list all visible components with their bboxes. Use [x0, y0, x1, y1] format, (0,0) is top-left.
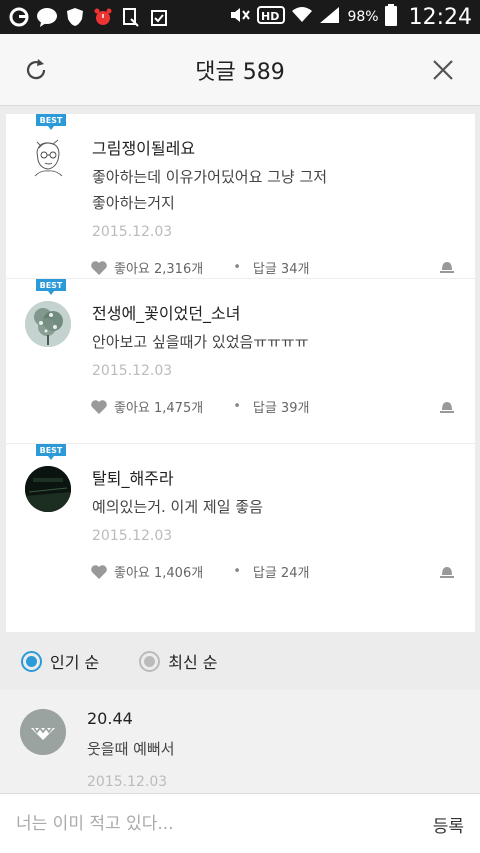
heart-icon [91, 399, 107, 414]
comment-date: 2015.12.03 [87, 774, 168, 790]
refresh-icon [26, 59, 46, 80]
best-badge: BEST [36, 114, 66, 130]
wifi-icon [291, 6, 313, 28]
comment-input-bar: 등록 [0, 793, 480, 853]
list-item: 20.44 웃을때 예뻐서 2015.12.03 [0, 690, 480, 793]
sort-latest-option[interactable]: 최신 순 [139, 649, 218, 673]
report-icon[interactable] [439, 564, 455, 578]
close-button[interactable] [430, 57, 456, 83]
separator-dot: • [233, 399, 241, 414]
clock: 12:24 [408, 4, 472, 30]
dark-avatar-image [25, 466, 71, 512]
reply-count[interactable]: 답글 24개 [253, 562, 310, 581]
hd-icon: HD [257, 5, 286, 29]
g-icon [8, 6, 30, 28]
comment-list: 20.44 웃을때 예뻐서 2015.12.03 [0, 690, 480, 793]
like-count[interactable]: 좋아요 2,316개 [114, 258, 203, 277]
sort-popular-label: 인기 순 [50, 653, 100, 672]
separator-dot: • [233, 564, 241, 579]
comment-actions: 좋아요 1,475개 • 답글 39개 [90, 397, 309, 416]
sort-popular-option[interactable]: 인기 순 [21, 649, 99, 673]
avatar[interactable] [25, 136, 71, 182]
comment-date: 2015.12.03 [92, 224, 173, 240]
heart-icon [91, 564, 107, 579]
page-title: 댓글 589 [195, 59, 285, 85]
report-icon[interactable] [439, 399, 455, 413]
talk-icon [36, 6, 58, 28]
comment-actions: 좋아요 1,406개 • 답글 24개 [90, 562, 309, 581]
alarm-icon [92, 6, 114, 28]
battery-icon [384, 4, 397, 30]
best-comments: BEST 그림쟁이될레요 좋아하는데 이유가어딨어요 그냥 그저 좋아하는거지 … [6, 114, 475, 632]
like-button[interactable] [90, 399, 108, 415]
like-count[interactable]: 좋아요 1,475개 [114, 397, 203, 416]
report-icon[interactable] [439, 259, 455, 273]
comment-author[interactable]: 그림쟁이될레요 [92, 135, 195, 159]
battery-percent: 98% [347, 9, 379, 25]
shield-icon [64, 6, 86, 28]
best-badge: BEST [36, 279, 66, 295]
comment-text: 웃을때 예뻐서 [87, 740, 175, 758]
comment-author[interactable]: 탈퇴_해주라 [92, 465, 174, 489]
download-icon [120, 6, 142, 28]
comment-date: 2015.12.03 [92, 363, 173, 379]
radio-selected-icon[interactable] [21, 650, 42, 672]
avatar[interactable] [20, 709, 66, 755]
comment-author[interactable]: 전생에_꽃이었던_소녀 [92, 300, 240, 324]
clipboard-icon [148, 6, 170, 28]
avatar[interactable] [25, 466, 71, 512]
status-bar: HD 98% 12:24 [0, 0, 480, 34]
comment-input[interactable] [16, 813, 396, 834]
comment-text: 안아보고 싶을때가 있었음ㅠㅠㅠㅠ [92, 333, 309, 351]
best-badge: BEST [36, 444, 66, 460]
signal-icon [319, 6, 341, 28]
flower-avatar-image [25, 301, 71, 347]
close-icon [433, 60, 453, 80]
reply-count[interactable]: 답글 34개 [253, 258, 310, 277]
comment-text: 좋아하는데 이유가어딨어요 그냥 그저 좋아하는거지 [92, 164, 452, 216]
svg-text:HD: HD [261, 10, 279, 23]
comment-author[interactable]: 20.44 [87, 709, 133, 728]
comment-text: 예의있는거. 이게 제일 좋음 [92, 498, 263, 516]
header: 댓글 589 [0, 34, 480, 106]
separator-dot: • [233, 260, 241, 275]
mute-icon [229, 6, 251, 28]
comment-date: 2015.12.03 [92, 528, 173, 544]
refresh-button[interactable] [22, 56, 50, 84]
like-count[interactable]: 좋아요 1,406개 [114, 562, 203, 581]
avatar[interactable] [25, 301, 71, 347]
best-comment: BEST 전생에_꽃이었던_소녀 안아보고 싶을때가 있었음ㅠㅠㅠㅠ 2015.… [6, 279, 475, 444]
like-button[interactable] [90, 260, 108, 276]
radio-unselected-icon[interactable] [139, 650, 161, 672]
submit-button[interactable]: 등록 [433, 812, 464, 837]
best-comment: BEST 탈퇴_해주라 예의있는거. 이게 제일 좋음 2015.12.03 좋… [6, 444, 475, 609]
sort-latest-label: 최신 순 [168, 653, 218, 672]
heart-icon [91, 260, 107, 275]
reply-count[interactable]: 답글 39개 [253, 397, 310, 416]
like-button[interactable] [90, 564, 108, 580]
comment-actions: 좋아요 2,316개 • 답글 34개 [90, 258, 309, 277]
default-avatar-icon [20, 709, 66, 755]
comment-text-content: 좋아하는데 이유가어딨어요 그냥 그저 좋아하는거지 [92, 168, 328, 212]
best-comment: BEST 그림쟁이될레요 좋아하는데 이유가어딨어요 그냥 그저 좋아하는거지 … [6, 114, 475, 279]
sketch-avatar-image [34, 139, 63, 177]
sort-bar: 인기 순 최신 순 [0, 632, 480, 690]
